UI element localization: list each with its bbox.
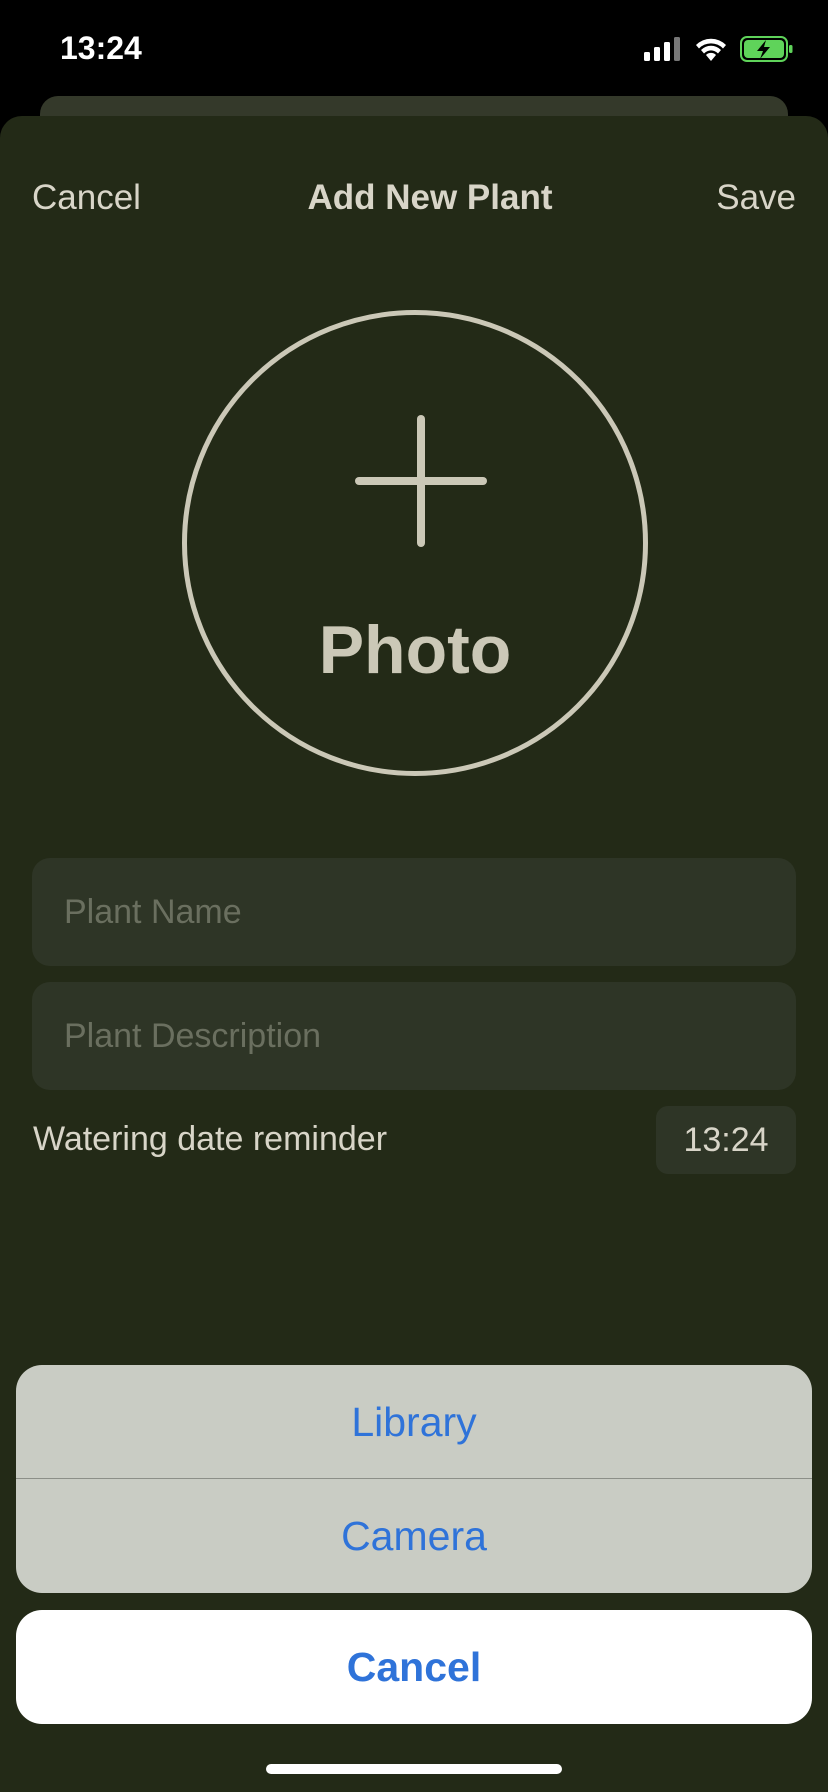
screen: 13:24 Cancel Add New Plant Save Photo Pl…	[0, 0, 828, 1792]
action-sheet-options: Library Camera	[16, 1365, 812, 1593]
wifi-icon	[694, 36, 728, 67]
home-indicator[interactable]	[266, 1764, 562, 1774]
status-icons	[644, 36, 794, 67]
photo-label: Photo	[318, 612, 512, 688]
save-button[interactable]: Save	[716, 178, 796, 218]
cellular-signal-icon	[644, 37, 682, 66]
plant-description-input[interactable]	[32, 982, 796, 1090]
battery-charging-icon	[740, 36, 794, 67]
status-time: 13:24	[60, 30, 142, 66]
library-option[interactable]: Library	[16, 1365, 812, 1479]
watering-reminder-label: Watering date reminder	[33, 1120, 388, 1158]
status-bar: 13:24	[0, 0, 828, 96]
plant-name-input[interactable]	[32, 858, 796, 966]
plus-icon	[355, 415, 487, 547]
add-photo-button[interactable]: Photo	[182, 310, 648, 776]
page-title: Add New Plant	[307, 178, 553, 217]
camera-option[interactable]: Camera	[16, 1479, 812, 1593]
action-sheet-cancel-button[interactable]: Cancel	[16, 1610, 812, 1724]
reminder-time-picker[interactable]: 13:24	[656, 1106, 796, 1174]
